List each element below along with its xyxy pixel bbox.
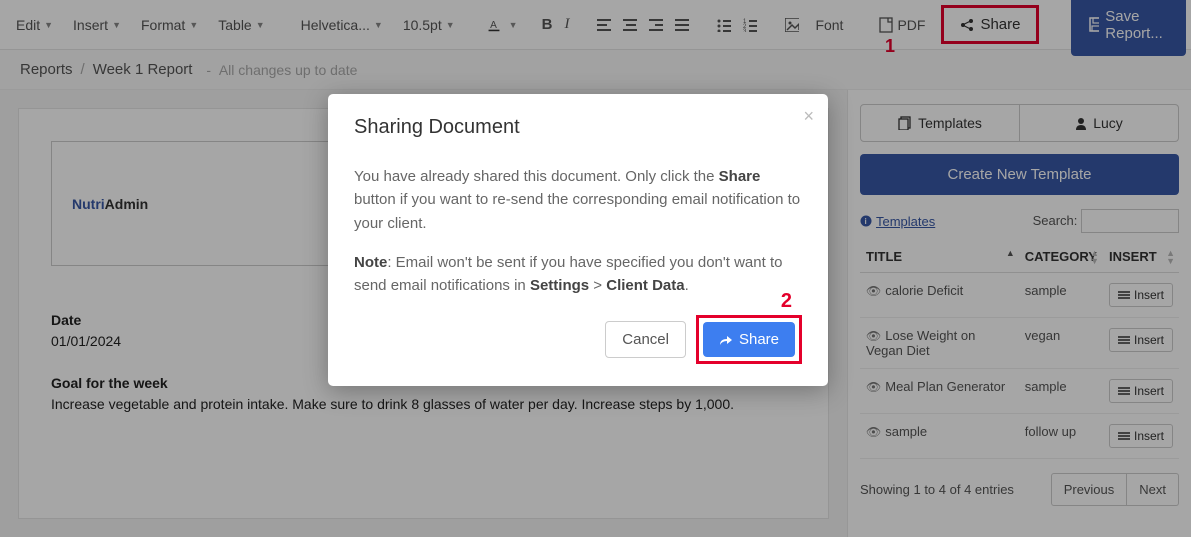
cancel-button[interactable]: Cancel [605, 321, 686, 358]
sharing-modal: × Sharing Document You have already shar… [328, 94, 828, 386]
modal-title: Sharing Document [354, 116, 802, 139]
modal-paragraph-2: Note: Email won't be sent if you have sp… [354, 251, 802, 298]
modal-share-highlight: Share [696, 315, 802, 364]
modal-paragraph-1: You have already shared this document. O… [354, 165, 802, 235]
close-icon[interactable]: × [803, 106, 814, 127]
share-arrow-icon [719, 334, 733, 346]
annotation-2: 2 [781, 290, 792, 313]
modal-share-button[interactable]: Share [703, 322, 795, 357]
